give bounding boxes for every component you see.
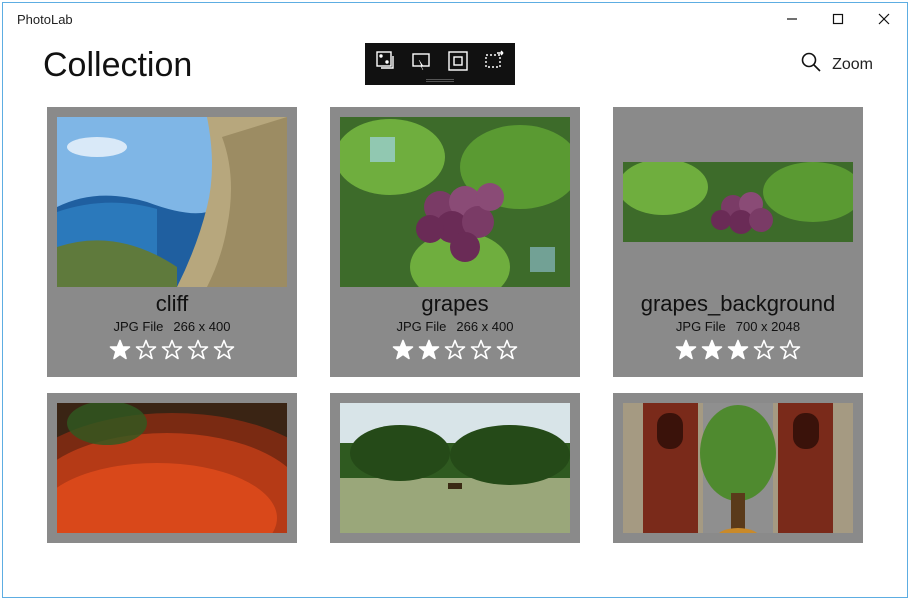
command-toolbar[interactable]	[365, 43, 515, 85]
photo-rating[interactable]	[108, 338, 236, 362]
photo-rating[interactable]	[674, 338, 802, 362]
star-icon[interactable]	[752, 338, 776, 362]
photo-meta: JPG File 266 x 400	[397, 319, 514, 334]
star-icon[interactable]	[700, 338, 724, 362]
photo-thumbnail	[57, 117, 287, 287]
photo-card[interactable]: cliff JPG File 266 x 400	[47, 107, 297, 377]
photo-thumbnail	[57, 403, 287, 533]
toolbar-grip[interactable]	[426, 79, 454, 82]
window-title: PhotoLab	[17, 12, 73, 27]
photo-card[interactable]: grapes JPG File 266 x 400	[330, 107, 580, 377]
photo-card[interactable]	[330, 393, 580, 543]
photo-dims: 266 x 400	[456, 319, 513, 334]
page-title: Collection	[43, 46, 192, 85]
photo-thumbnail	[623, 403, 853, 533]
tool-select-area-button[interactable]	[407, 47, 437, 75]
star-icon[interactable]	[443, 338, 467, 362]
close-button[interactable]	[861, 3, 907, 35]
photo-dims: 700 x 2048	[736, 319, 800, 334]
tool-effects-button[interactable]	[371, 47, 401, 75]
photo-card[interactable]	[613, 393, 863, 543]
photo-rating[interactable]	[391, 338, 519, 362]
photo-type: JPG File	[676, 319, 726, 334]
star-icon[interactable]	[778, 338, 802, 362]
star-icon[interactable]	[469, 338, 493, 362]
tool-frame-button[interactable]	[443, 47, 473, 75]
photo-name: grapes	[421, 291, 488, 317]
gallery[interactable]: cliff JPG File 266 x 400	[3, 107, 907, 597]
star-icon[interactable]	[417, 338, 441, 362]
star-icon[interactable]	[212, 338, 236, 362]
minimize-button[interactable]	[769, 3, 815, 35]
star-icon[interactable]	[391, 338, 415, 362]
search-icon	[800, 51, 822, 78]
app-window: PhotoLab Collection	[2, 2, 908, 598]
photo-card[interactable]: grapes_background JPG File 700 x 2048	[613, 107, 863, 377]
maximize-button[interactable]	[815, 3, 861, 35]
star-icon[interactable]	[134, 338, 158, 362]
photo-meta: JPG File 266 x 400	[114, 319, 231, 334]
star-icon[interactable]	[160, 338, 184, 362]
photo-name: cliff	[156, 291, 189, 317]
star-icon[interactable]	[674, 338, 698, 362]
star-icon[interactable]	[108, 338, 132, 362]
photo-name: grapes_background	[641, 291, 835, 317]
star-icon[interactable]	[726, 338, 750, 362]
photo-type: JPG File	[114, 319, 164, 334]
photo-thumbnail	[340, 117, 570, 287]
tool-crop-button[interactable]	[479, 47, 509, 75]
zoom-label: Zoom	[832, 56, 873, 74]
photo-card[interactable]	[47, 393, 297, 543]
photo-type: JPG File	[397, 319, 447, 334]
photo-thumbnail	[623, 117, 853, 287]
titlebar: PhotoLab	[3, 3, 907, 35]
star-icon[interactable]	[186, 338, 210, 362]
window-controls	[769, 3, 907, 35]
zoom-control[interactable]: Zoom	[800, 51, 873, 78]
star-icon[interactable]	[495, 338, 519, 362]
header: Collection Zoom	[3, 35, 907, 95]
photo-thumbnail	[340, 403, 570, 533]
photo-dims: 266 x 400	[173, 319, 230, 334]
photo-meta: JPG File 700 x 2048	[676, 319, 800, 334]
gallery-grid: cliff JPG File 266 x 400	[47, 107, 863, 543]
